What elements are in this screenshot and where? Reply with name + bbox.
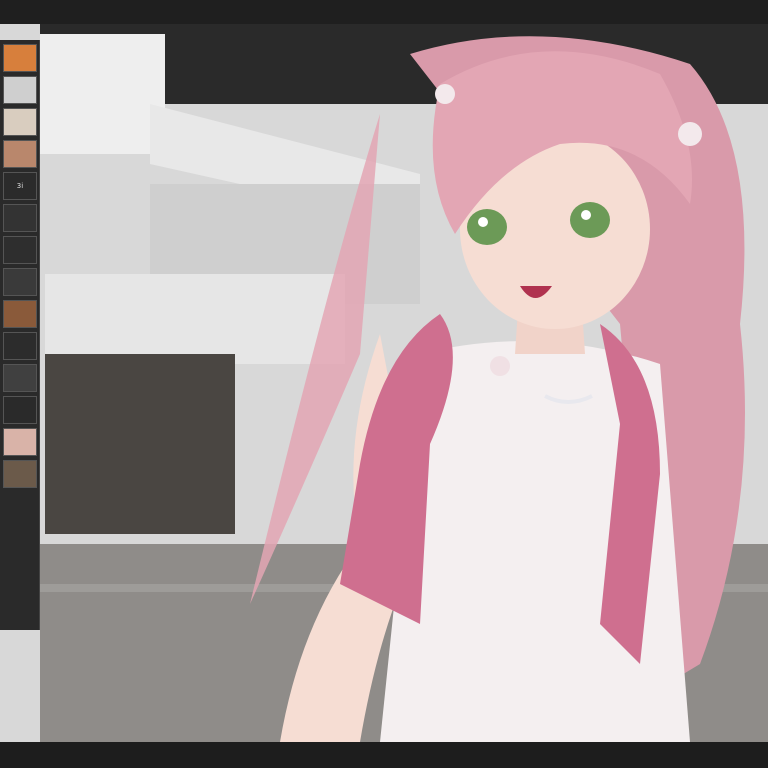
window-bottom-bar [0,742,768,768]
hair-clip-left [435,84,455,104]
thumbnail-1[interactable] [3,44,37,72]
anime-scene [0,24,768,742]
thumbnail-11[interactable] [3,364,37,392]
hair-clip-right [678,122,702,146]
thumbnail-2[interactable] [3,76,37,104]
left-eye [467,209,507,245]
wall-dark-panel [45,354,235,534]
thumbnail-14[interactable] [3,460,37,488]
right-eye-highlight [581,210,591,220]
right-eye [570,202,610,238]
thumbnail-8[interactable] [3,268,37,296]
thumbnail-9[interactable] [3,300,37,328]
thumbnail-10[interactable] [3,332,37,360]
window-top-bar [0,0,768,24]
illustration [0,24,768,742]
thumbnail-4[interactable] [3,140,37,168]
thumbnail-7[interactable] [3,236,37,264]
thumbnail-3[interactable] [3,108,37,136]
thumbnail-12[interactable] [3,396,37,424]
wall-panel-upper [40,34,165,154]
thumbnail-13[interactable] [3,428,37,456]
flower-brooch [490,356,510,376]
thumbnail-5[interactable]: 3i [3,172,37,200]
wall-panel-middle [45,274,345,364]
thumbnail-6[interactable] [3,204,37,232]
left-eye-highlight [478,217,488,227]
thumbnail-sidebar: 3i [0,40,40,630]
